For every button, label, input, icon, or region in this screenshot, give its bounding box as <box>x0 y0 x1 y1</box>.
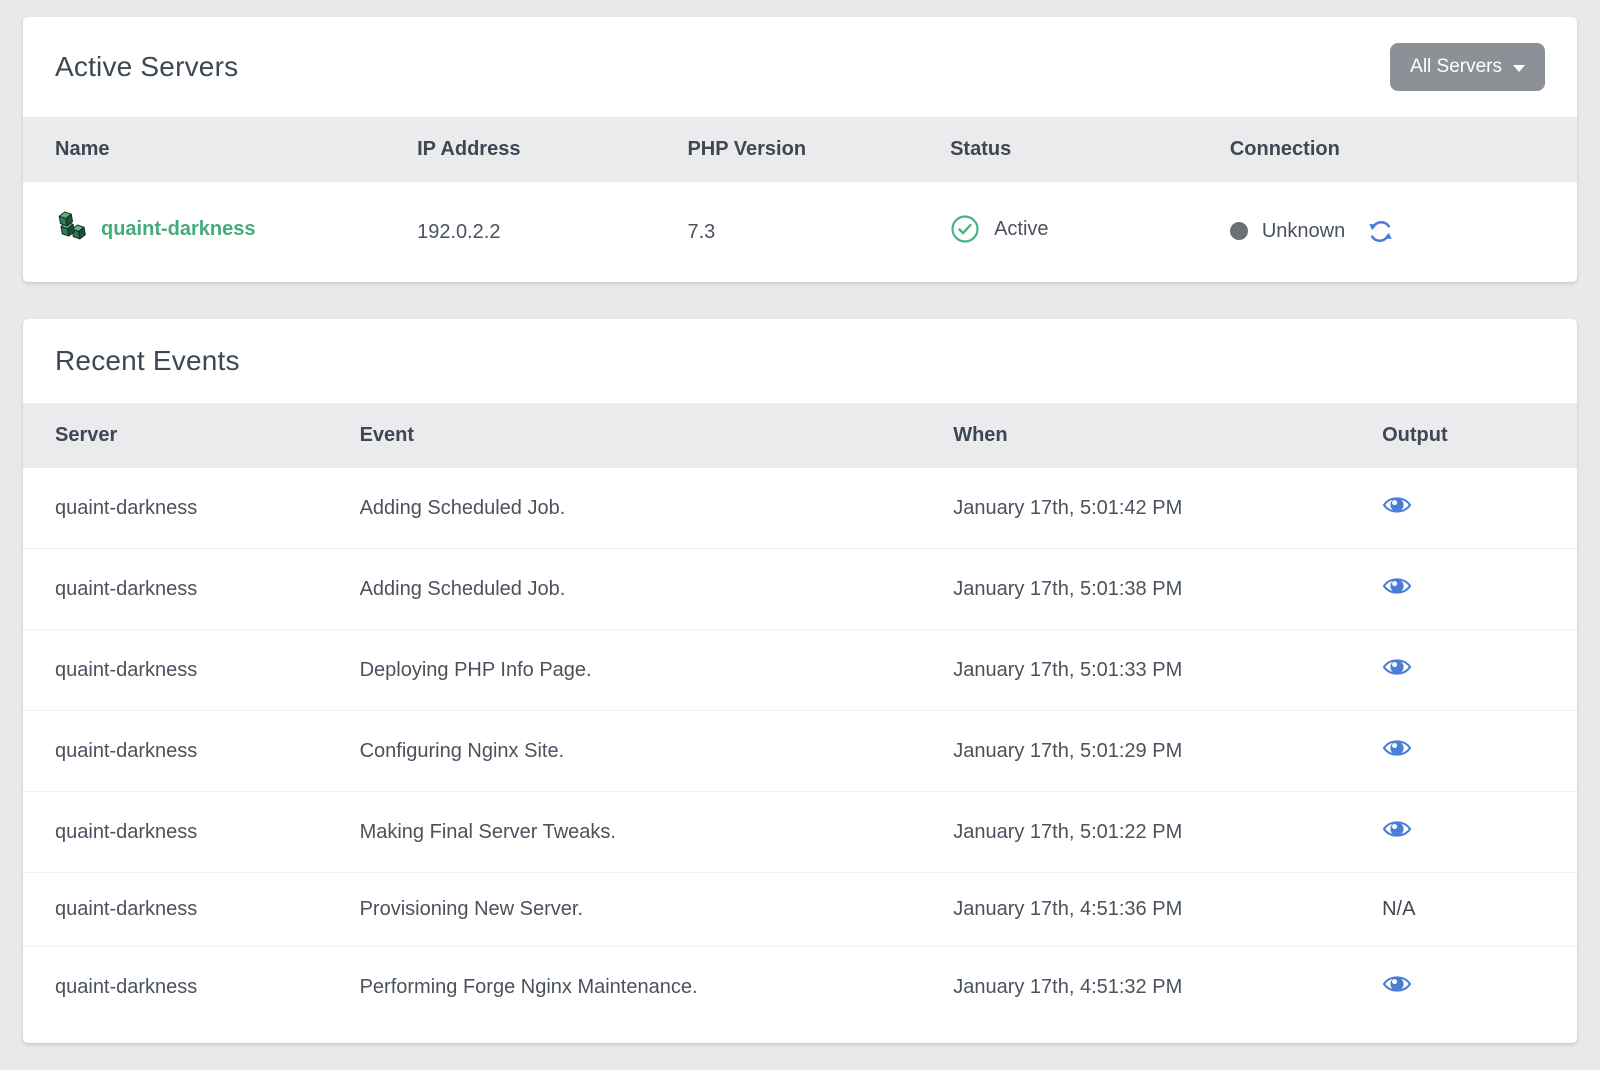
event-output-cell <box>1350 630 1577 711</box>
col-php-version: PHP Version <box>655 117 918 182</box>
refresh-icon <box>1367 218 1394 245</box>
col-server: Server <box>23 403 328 468</box>
event-when: January 17th, 5:01:33 PM <box>921 630 1350 711</box>
col-event: Event <box>328 403 922 468</box>
event-when: January 17th, 4:51:36 PM <box>921 873 1350 947</box>
event-name: Adding Scheduled Job. <box>328 468 922 549</box>
server-row: quaint-darkness 192.0.2.2 7.3 <box>23 182 1577 282</box>
server-status-cell: Active <box>918 182 1198 282</box>
event-when: January 17th, 4:51:32 PM <box>921 947 1350 1028</box>
event-server: quaint-darkness <box>23 792 328 873</box>
col-name: Name <box>23 117 385 182</box>
recent-events-title: Recent Events <box>55 345 240 377</box>
recent-events-card: Recent Events Server Event When Output q… <box>23 319 1577 1043</box>
eye-icon <box>1382 817 1412 841</box>
event-name: Making Final Server Tweaks. <box>328 792 922 873</box>
active-servers-title: Active Servers <box>55 51 238 83</box>
server-connection-label: Unknown <box>1262 220 1345 243</box>
server-cubes-icon <box>55 210 87 248</box>
server-ip-cell: 192.0.2.2 <box>385 182 655 282</box>
event-name: Provisioning New Server. <box>328 873 922 947</box>
refresh-connection-button[interactable] <box>1367 218 1394 245</box>
view-output-button[interactable] <box>1382 736 1412 760</box>
event-name: Deploying PHP Info Page. <box>328 630 922 711</box>
col-when: When <box>921 403 1350 468</box>
active-servers-card: Active Servers All Servers Name IP Addre… <box>23 17 1577 282</box>
event-server: quaint-darkness <box>23 947 328 1028</box>
active-servers-header: Active Servers All Servers <box>23 17 1577 117</box>
event-server: quaint-darkness <box>23 873 328 947</box>
event-row: quaint-darkness Provisioning New Server.… <box>23 873 1577 947</box>
events-tbody: quaint-darkness Adding Scheduled Job. Ja… <box>23 468 1577 1027</box>
eye-icon <box>1382 736 1412 760</box>
recent-events-header: Recent Events <box>23 319 1577 403</box>
event-output-cell: N/A <box>1350 873 1577 947</box>
event-name: Adding Scheduled Job. <box>328 549 922 630</box>
caret-down-icon <box>1513 65 1525 72</box>
event-server: quaint-darkness <box>23 549 328 630</box>
view-output-button[interactable] <box>1382 655 1412 679</box>
output-na: N/A <box>1382 898 1415 920</box>
all-servers-dropdown[interactable]: All Servers <box>1390 43 1545 91</box>
event-output-cell <box>1350 711 1577 792</box>
event-server: quaint-darkness <box>23 468 328 549</box>
server-name-link[interactable]: quaint-darkness <box>101 218 255 241</box>
event-row: quaint-darkness Making Final Server Twea… <box>23 792 1577 873</box>
event-name: Performing Forge Nginx Maintenance. <box>328 947 922 1028</box>
event-row: quaint-darkness Adding Scheduled Job. Ja… <box>23 549 1577 630</box>
check-circle-icon <box>950 214 980 244</box>
active-servers-table: Name IP Address PHP Version Status Conne… <box>23 117 1577 282</box>
event-when: January 17th, 5:01:22 PM <box>921 792 1350 873</box>
server-name-cell: quaint-darkness <box>23 182 385 282</box>
event-row: quaint-darkness Performing Forge Nginx M… <box>23 947 1577 1028</box>
col-status: Status <box>918 117 1198 182</box>
col-ip-address: IP Address <box>385 117 655 182</box>
view-output-button[interactable] <box>1382 493 1412 517</box>
event-output-cell <box>1350 792 1577 873</box>
servers-header-row: Name IP Address PHP Version Status Conne… <box>23 117 1577 182</box>
event-output-cell <box>1350 549 1577 630</box>
event-server: quaint-darkness <box>23 711 328 792</box>
event-output-cell <box>1350 947 1577 1028</box>
eye-icon <box>1382 655 1412 679</box>
dot-icon <box>1230 222 1248 240</box>
eye-icon <box>1382 493 1412 517</box>
eye-icon <box>1382 972 1412 996</box>
event-row: quaint-darkness Configuring Nginx Site. … <box>23 711 1577 792</box>
server-connection-cell: Unknown <box>1198 182 1577 282</box>
view-output-button[interactable] <box>1382 817 1412 841</box>
view-output-button[interactable] <box>1382 972 1412 996</box>
dashboard-page: Active Servers All Servers Name IP Addre… <box>0 0 1600 1070</box>
event-row: quaint-darkness Adding Scheduled Job. Ja… <box>23 468 1577 549</box>
event-name: Configuring Nginx Site. <box>328 711 922 792</box>
all-servers-dropdown-label: All Servers <box>1410 56 1502 78</box>
events-header-row: Server Event When Output <box>23 403 1577 468</box>
col-output: Output <box>1350 403 1577 468</box>
event-when: January 17th, 5:01:29 PM <box>921 711 1350 792</box>
event-when: January 17th, 5:01:38 PM <box>921 549 1350 630</box>
event-output-cell <box>1350 468 1577 549</box>
recent-events-table: Server Event When Output quaint-darkness… <box>23 403 1577 1027</box>
view-output-button[interactable] <box>1382 574 1412 598</box>
event-server: quaint-darkness <box>23 630 328 711</box>
event-when: January 17th, 5:01:42 PM <box>921 468 1350 549</box>
eye-icon <box>1382 574 1412 598</box>
col-connection: Connection <box>1198 117 1577 182</box>
event-row: quaint-darkness Deploying PHP Info Page.… <box>23 630 1577 711</box>
server-status-label: Active <box>994 218 1048 241</box>
server-php-cell: 7.3 <box>655 182 918 282</box>
